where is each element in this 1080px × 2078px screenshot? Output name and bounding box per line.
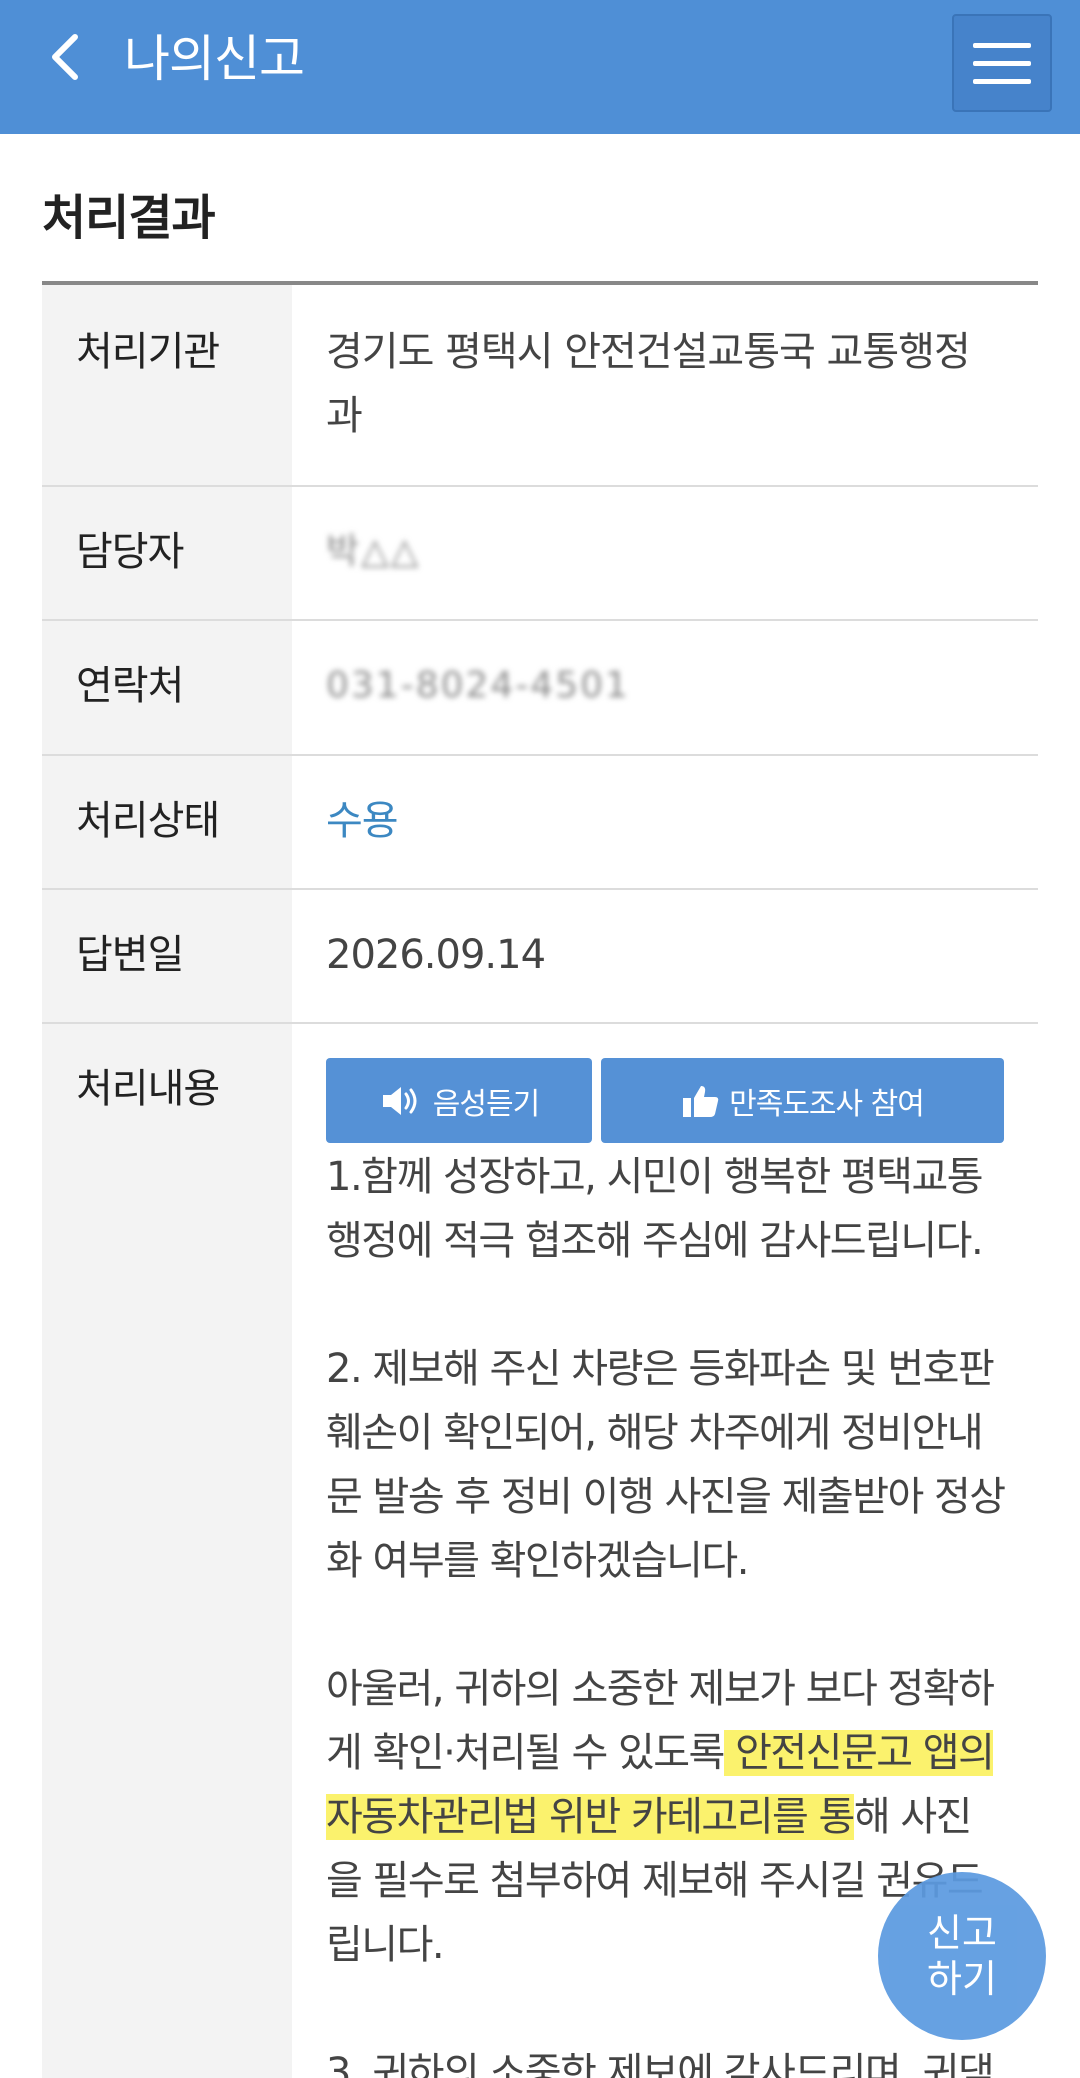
answer-date-label: 답변일	[76, 932, 184, 978]
row-divider	[42, 619, 1038, 621]
fab-label-line: 신고	[927, 1911, 997, 1955]
content-line: 화 여부를 확인하겠습니다.	[326, 1538, 749, 1584]
status-label: 처리상태	[76, 798, 220, 844]
content-text: 게 확인·처리될 수 있도록	[326, 1730, 725, 1776]
content-label: 처리내용	[76, 1066, 220, 1112]
highlighted-text: 안전신문고 앱의	[723, 1730, 995, 1776]
row-divider	[42, 754, 1038, 756]
status-value: 수용	[326, 798, 399, 844]
report-fab-button[interactable]: 신고 하기	[878, 1872, 1046, 2040]
thumbs-up-icon	[683, 1085, 719, 1117]
chevron-left-icon	[52, 34, 78, 80]
listen-button-label: 음성듣기	[432, 1086, 540, 1122]
content-line: 아울러, 귀하의 소중한 제보가 보다 정확하	[326, 1666, 995, 1712]
survey-button[interactable]: 만족도조사 참여	[601, 1058, 1004, 1143]
fab-label-line: 하기	[927, 1957, 997, 2001]
content-line: 행정에 적극 협조해 주심에 감사드립니다.	[326, 1218, 984, 1264]
row-divider	[42, 485, 1038, 487]
listen-button[interactable]: 음성듣기	[326, 1058, 592, 1143]
survey-button-label: 만족도조사 참여	[729, 1086, 925, 1122]
answer-date-value: 2026.09.14	[326, 932, 546, 978]
back-button[interactable]	[30, 22, 100, 92]
content-line: 게 확인·처리될 수 있도록 안전신문고 앱의	[326, 1721, 1026, 1785]
app-bar: 나의신고	[0, 0, 1080, 134]
content-line: 1.함께 성장하고, 시민이 행복한 평택교통	[326, 1154, 984, 1200]
content-line: 자동차관리법 위반 카테고리를 통해 사진	[326, 1785, 1026, 1849]
content-line: 2. 제보해 주신 차량은 등화파손 및 번호판	[326, 1346, 995, 1392]
highlighted-text: 자동차관리법 위반 카테고리를 통	[326, 1794, 855, 1840]
content-text: 해 사진	[853, 1794, 973, 1840]
page-title: 나의신고	[124, 30, 305, 88]
agency-value: 경기도 평택시 안전건설교통국 교통행정 과	[326, 320, 1006, 448]
content-line: 문 발송 후 정비 이행 사진을 제출받아 정상	[326, 1474, 1006, 1520]
agency-value-line: 경기도 평택시 안전건설교통국 교통행정	[326, 329, 971, 375]
menu-button[interactable]	[952, 14, 1052, 112]
contact-value-blurred: 031-8024-4501	[326, 665, 630, 706]
content-line: 훼손이 확인되어, 해당 차주에게 정비안내	[326, 1410, 984, 1456]
contact-label: 연락처	[76, 663, 184, 709]
manager-label: 담당자	[76, 529, 184, 575]
row-divider	[42, 888, 1038, 890]
hamburger-menu-icon	[973, 42, 1031, 48]
agency-label: 처리기관	[76, 329, 220, 375]
content-line: 3. 귀하의 소중한 제보에 감사드리며, 귀댁	[326, 2050, 995, 2078]
manager-value-blurred: 박△△	[326, 531, 421, 572]
speaker-icon	[382, 1086, 417, 1115]
agency-value-line: 과	[326, 393, 363, 439]
section-title: 처리결과	[42, 190, 216, 246]
row-divider	[42, 1022, 1038, 1024]
